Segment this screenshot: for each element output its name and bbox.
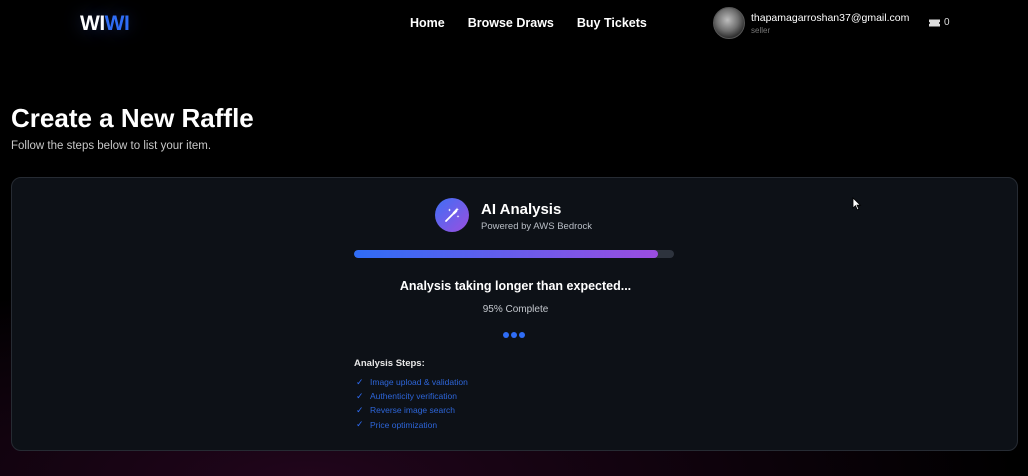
loading-indicator xyxy=(503,332,525,338)
checkmark-icon: ✓ xyxy=(356,376,364,387)
top-navbar: WIWI Home Browse Draws Buy Tickets thapa… xyxy=(0,0,1028,48)
nav-buy-tickets[interactable]: Buy Tickets xyxy=(577,16,647,30)
magic-wand-icon xyxy=(435,198,469,232)
ticket-counter[interactable]: 0 xyxy=(929,17,950,28)
analysis-progress-bar xyxy=(354,250,674,258)
logo-part-1: WI xyxy=(80,12,105,35)
ai-analysis-card: AI Analysis Powered by AWS Bedrock Analy… xyxy=(11,177,1018,451)
list-item: ✓ Price optimization xyxy=(356,418,468,432)
avatar[interactable] xyxy=(713,7,745,39)
list-item: ✓ Reverse image search xyxy=(356,403,468,417)
user-menu[interactable]: thapamagarroshan37@gmail.com seller xyxy=(713,7,909,39)
analysis-percent: 95% Complete xyxy=(482,304,549,315)
step-label: Reverse image search xyxy=(370,405,456,416)
site-logo[interactable]: WIWI xyxy=(80,12,130,36)
nav-browse-draws[interactable]: Browse Draws xyxy=(468,16,554,30)
user-email: thapamagarroshan37@gmail.com xyxy=(751,11,910,24)
ticket-count: 0 xyxy=(944,17,950,28)
loading-dot xyxy=(503,332,509,338)
loading-dot xyxy=(511,332,517,338)
analysis-subtitle: Powered by AWS Bedrock xyxy=(481,221,593,232)
loading-dot xyxy=(519,332,525,338)
checkmark-icon: ✓ xyxy=(356,390,364,401)
ticket-icon xyxy=(929,19,940,26)
page-subtitle: Follow the steps below to list your item… xyxy=(11,140,212,152)
step-label: Image upload & validation xyxy=(370,377,468,388)
steps-heading: Analysis Steps: xyxy=(354,358,425,369)
mouse-cursor-icon xyxy=(852,197,862,211)
checkmark-icon: ✓ xyxy=(356,404,364,415)
list-item: ✓ Image upload & validation xyxy=(356,375,468,389)
main-nav: Home Browse Draws Buy Tickets xyxy=(410,16,670,30)
analysis-steps-list: ✓ Image upload & validation ✓ Authentici… xyxy=(356,375,468,432)
analysis-progress-fill xyxy=(354,250,658,258)
step-label: Authenticity verification xyxy=(370,391,457,402)
user-role: seller xyxy=(751,25,771,35)
logo-part-2: WI xyxy=(104,12,130,35)
nav-home[interactable]: Home xyxy=(410,16,445,30)
analysis-status: Analysis taking longer than expected... xyxy=(399,279,632,293)
checkmark-icon: ✓ xyxy=(356,419,364,430)
list-item: ✓ Authenticity verification xyxy=(356,389,468,403)
step-label: Price optimization xyxy=(370,419,438,430)
analysis-title: AI Analysis xyxy=(481,201,562,218)
page-title: Create a New Raffle xyxy=(11,103,254,133)
user-info: thapamagarroshan37@gmail.com seller xyxy=(751,12,909,35)
